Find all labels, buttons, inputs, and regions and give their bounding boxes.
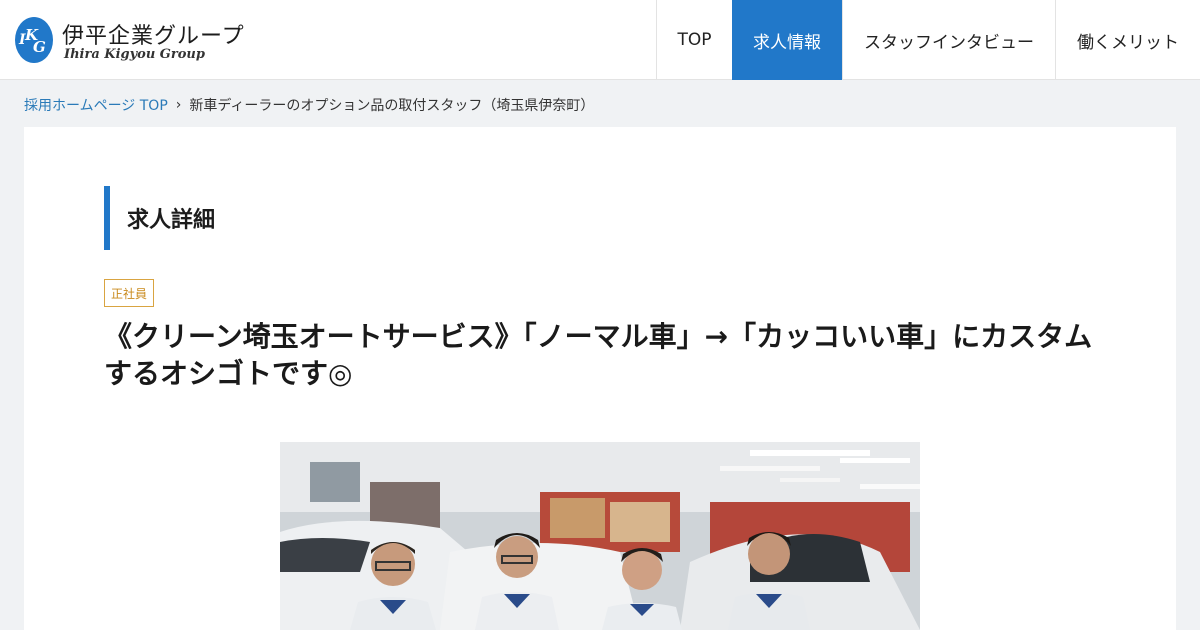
breadcrumb-home-link[interactable]: 採用ホームページ TOP (24, 95, 168, 115)
breadcrumb-separator-icon: › (175, 97, 182, 113)
job-title: 《クリーン埼玉オートサービス》「ノーマル車」→「カッコいい車」にカスタムするオシ… (104, 320, 1093, 390)
logo-subtitle: Ihira Kigyou Group (64, 47, 205, 62)
svg-text:G: G (33, 38, 46, 56)
staff-group-photo (280, 442, 920, 630)
job-detail-card: 求人詳細 正社員 《クリーン埼玉オートサービス》「ノーマル車」→「カッコいい車」… (24, 127, 1176, 630)
ikg-logo-icon: I K G (15, 17, 53, 63)
employment-type-badge: 正社員 (104, 279, 155, 307)
section-title: 求人詳細 (104, 186, 215, 250)
breadcrumb: 採用ホームページ TOP › 新車ディーラーのオプション品の取付スタッフ（埼玉県… (24, 95, 594, 115)
nav-merits[interactable]: 働くメリット (1055, 0, 1200, 80)
logo-name: 伊平企業グループ (62, 24, 245, 49)
breadcrumb-current: 新車ディーラーのオプション品の取付スタッフ（埼玉県伊奈町） (189, 98, 595, 114)
photo-illustration (280, 442, 920, 630)
nav-staff-interview[interactable]: スタッフインタビュー (842, 0, 1055, 80)
nav-top[interactable]: TOP (656, 0, 732, 80)
site-logo[interactable]: I K G 伊平企業グループ Ihira Kigyou Group (14, 14, 274, 66)
site-header: I K G 伊平企業グループ Ihira Kigyou Group TOP 求人… (0, 0, 1200, 80)
nav-job-info[interactable]: 求人情報 (732, 0, 842, 80)
